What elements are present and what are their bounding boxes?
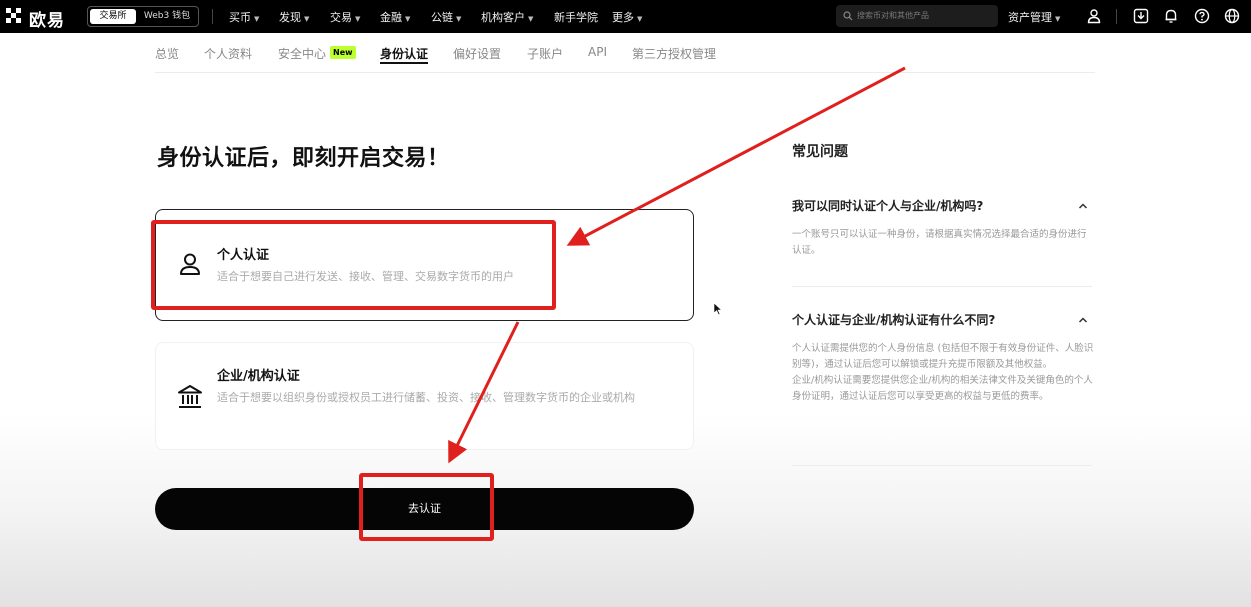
annotation-arrow xyxy=(448,321,520,464)
mouse-cursor-icon xyxy=(713,302,723,316)
annotation-arrows xyxy=(448,66,906,464)
annotation-arrow xyxy=(566,66,906,246)
